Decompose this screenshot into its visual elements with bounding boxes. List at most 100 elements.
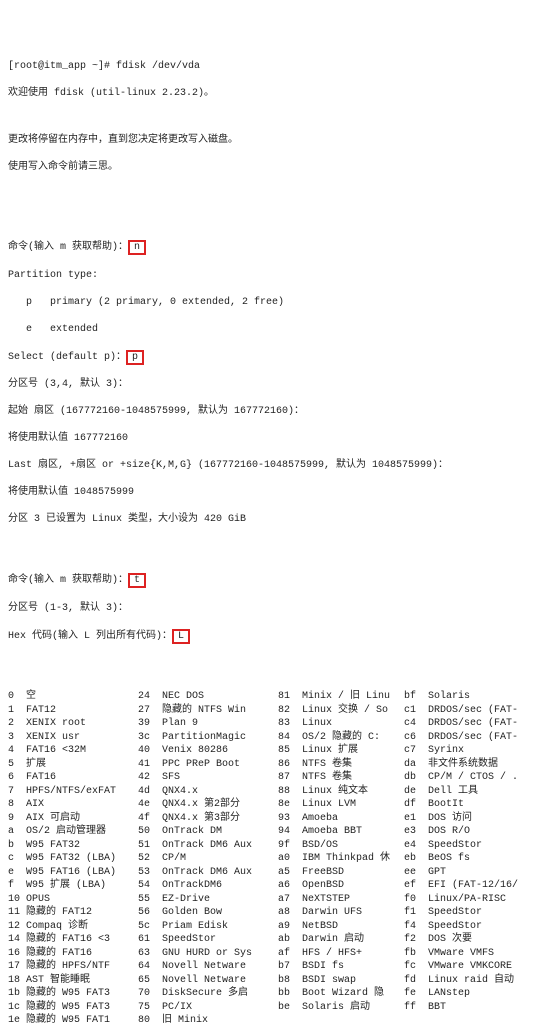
- table-cell: db CP/M / CTOS / .: [404, 771, 546, 785]
- table-row: e W95 FAT16 (LBA)53 OnTrack DM6 Auxa5 Fr…: [8, 866, 546, 880]
- table-cell: 5 扩展: [8, 758, 138, 772]
- table-cell: 85 Linux 扩展: [278, 744, 404, 758]
- table-cell: 11 隐藏的 FAT12: [8, 906, 138, 920]
- table-cell: 52 CP/M: [138, 852, 278, 866]
- table-cell: fc VMware VMKCORE: [404, 960, 546, 974]
- table-cell: f0 Linux/PA-RISC: [404, 893, 546, 907]
- table-cell: fb VMware VMFS: [404, 947, 546, 961]
- table-cell: 83 Linux: [278, 717, 404, 731]
- table-cell: 24 NEC DOS: [138, 690, 278, 704]
- table-cell: 12 Compaq 诊断: [8, 920, 138, 934]
- table-cell: a0 IBM Thinkpad 休: [278, 852, 404, 866]
- table-cell: 1c 隐藏的 W95 FAT3: [8, 1001, 138, 1015]
- table-row: 14 隐藏的 FAT16 <361 SpeedStorab Darwin 启动f…: [8, 933, 546, 947]
- use-default-1: 将使用默认值 167772160: [8, 432, 546, 446]
- table-cell: 82 Linux 交换 / So: [278, 704, 404, 718]
- table-cell: 27 隐藏的 NTFS Win: [138, 704, 278, 718]
- table-row: 1e 隐藏的 W95 FAT180 旧 Minix: [8, 1014, 546, 1028]
- first-sector: 起始 扇区 (167772160-1048575999, 默认为 1677721…: [8, 405, 546, 419]
- table-cell: 63 GNU HURD or Sys: [138, 947, 278, 961]
- table-cell: 64 Novell Netware: [138, 960, 278, 974]
- input-p[interactable]: p: [126, 350, 144, 365]
- cmd-prompt-t: 命令(输入 m 获取帮助)：t: [8, 573, 546, 588]
- table-cell: b8 BSDI swap: [278, 974, 404, 988]
- select-prompt: Select (default p)：p: [8, 350, 546, 365]
- table-cell: 56 Golden Bow: [138, 906, 278, 920]
- welcome-line: 欢迎使用 fdisk (util-linux 2.23.2)。: [8, 87, 546, 101]
- table-cell: c1 DRDOS/sec (FAT-: [404, 704, 546, 718]
- table-cell: 3 XENIX usr: [8, 731, 138, 745]
- table-row: 4 FAT16 <32M40 Venix 8028685 Linux 扩展c7 …: [8, 744, 546, 758]
- table-cell: e W95 FAT16 (LBA): [8, 866, 138, 880]
- table-cell: 4 FAT16 <32M: [8, 744, 138, 758]
- table-cell: 8e Linux LVM: [278, 798, 404, 812]
- table-cell: 55 EZ-Drive: [138, 893, 278, 907]
- table-cell: 1 FAT12: [8, 704, 138, 718]
- table-cell: 50 OnTrack DM: [138, 825, 278, 839]
- input-L[interactable]: L: [172, 629, 190, 644]
- table-row: 16 隐藏的 FAT1663 GNU HURD or Sysaf HFS / H…: [8, 947, 546, 961]
- table-row: 0 空24 NEC DOS81 Minix / 旧 Linubf Solaris: [8, 690, 546, 704]
- table-cell: 70 DiskSecure 多启: [138, 987, 278, 1001]
- table-row: 9 AIX 可启动4f QNX4.x 第3部分93 Amoebae1 DOS 访…: [8, 812, 546, 826]
- last-sector: Last 扇区, +扇区 or +size{K,M,G} (167772160-…: [8, 459, 546, 473]
- table-cell: 80 旧 Minix: [138, 1014, 278, 1028]
- table-row: 17 隐藏的 HPFS/NTF64 Novell Netwareb7 BSDI …: [8, 960, 546, 974]
- table-cell: 8 AIX: [8, 798, 138, 812]
- table-cell: eb BeOS fs: [404, 852, 546, 866]
- table-cell: 4f QNX4.x 第3部分: [138, 812, 278, 826]
- table-cell: f W95 扩展 (LBA): [8, 879, 138, 893]
- cmd-label: 命令(输入 m 获取帮助)：: [8, 575, 128, 586]
- hex-prompt-L: Hex 代码(输入 L 列出所有代码)：L: [8, 629, 546, 644]
- table-cell: 61 SpeedStor: [138, 933, 278, 947]
- table-cell: 40 Venix 80286: [138, 744, 278, 758]
- table-cell: c4 DRDOS/sec (FAT-: [404, 717, 546, 731]
- table-row: 2 XENIX root39 Plan 983 Linuxc4 DRDOS/se…: [8, 717, 546, 731]
- table-row: 8 AIX4e QNX4.x 第2部分8e Linux LVMdf BootIt: [8, 798, 546, 812]
- table-cell: 4d QNX4.x: [138, 785, 278, 799]
- table-cell: 16 隐藏的 FAT16: [8, 947, 138, 961]
- table-cell: 18 AST 智能睡眠: [8, 974, 138, 988]
- table-cell: 88 Linux 纯文本: [278, 785, 404, 799]
- table-cell: 0 空: [8, 690, 138, 704]
- input-n[interactable]: n: [128, 240, 146, 255]
- cmd-prompt-n: 命令(输入 m 获取帮助)：n: [8, 240, 546, 255]
- table-cell: 53 OnTrack DM6 Aux: [138, 866, 278, 880]
- table-row: 6 FAT1642 SFS87 NTFS 卷集db CP/M / CTOS / …: [8, 771, 546, 785]
- table-cell: 14 隐藏的 FAT16 <3: [8, 933, 138, 947]
- table-cell: df BootIt: [404, 798, 546, 812]
- table-cell: 6 FAT16: [8, 771, 138, 785]
- partition-set-msg: 分区 3 已设置为 Linux 类型，大小设为 420 GiB: [8, 513, 546, 527]
- table-cell: 5c Priam Edisk: [138, 920, 278, 934]
- table-cell: b7 BSDI fs: [278, 960, 404, 974]
- table-cell: bb Boot Wizard 隐: [278, 987, 404, 1001]
- table-cell: 39 Plan 9: [138, 717, 278, 731]
- table-cell: 84 OS/2 隐藏的 C:: [278, 731, 404, 745]
- table-cell: 86 NTFS 卷集: [278, 758, 404, 772]
- table-cell: af HFS / HFS+: [278, 947, 404, 961]
- table-row: 10 OPUS55 EZ-Drivea7 NeXTSTEPf0 Linux/PA…: [8, 893, 546, 907]
- table-cell: fd Linux raid 自动: [404, 974, 546, 988]
- table-cell: 93 Amoeba: [278, 812, 404, 826]
- table-cell: 9f BSD/OS: [278, 839, 404, 853]
- table-row: 18 AST 智能睡眠65 Novell Netwareb8 BSDI swap…: [8, 974, 546, 988]
- table-row: 3 XENIX usr3c PartitionMagic84 OS/2 隐藏的 …: [8, 731, 546, 745]
- input-t[interactable]: t: [128, 573, 146, 588]
- table-cell: de Dell 工具: [404, 785, 546, 799]
- partition-number-t: 分区号 (1-3, 默认 3)：: [8, 602, 546, 616]
- table-cell: a6 OpenBSD: [278, 879, 404, 893]
- select-label: Select (default p)：: [8, 352, 126, 363]
- ptype-primary: p primary (2 primary, 0 extended, 2 free…: [8, 296, 546, 310]
- table-cell: [404, 1014, 546, 1028]
- partition-number: 分区号 (3,4, 默认 3)：: [8, 378, 546, 392]
- table-cell: ee GPT: [404, 866, 546, 880]
- table-cell: 75 PC/IX: [138, 1001, 278, 1015]
- table-cell: 1b 隐藏的 W95 FAT3: [8, 987, 138, 1001]
- table-cell: 3c PartitionMagic: [138, 731, 278, 745]
- table-cell: e3 DOS R/O: [404, 825, 546, 839]
- table-cell: a9 NetBSD: [278, 920, 404, 934]
- table-row: 1 FAT1227 隐藏的 NTFS Win82 Linux 交换 / Soc1…: [8, 704, 546, 718]
- table-cell: a5 FreeBSD: [278, 866, 404, 880]
- table-row: f W95 扩展 (LBA)54 OnTrackDM6a6 OpenBSDef …: [8, 879, 546, 893]
- table-cell: e4 SpeedStor: [404, 839, 546, 853]
